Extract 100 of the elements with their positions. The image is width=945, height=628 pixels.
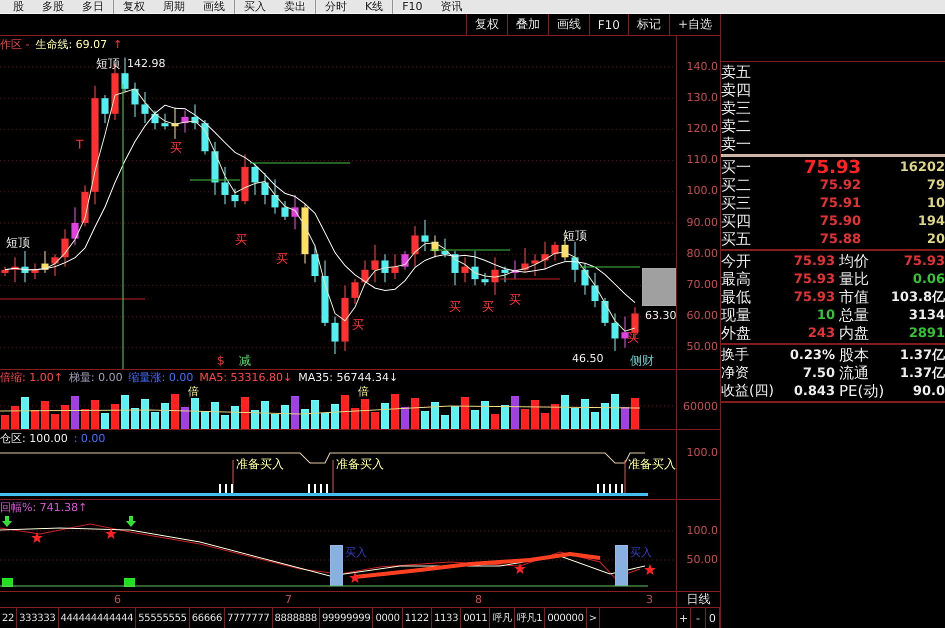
- formula-tab[interactable]: 8888888: [272, 608, 320, 628]
- stat-label: PE(动): [838, 382, 886, 400]
- candlestick: [432, 234, 438, 258]
- volume-bar: [271, 414, 279, 429]
- formula-tab[interactable]: 呼凡: [490, 608, 515, 628]
- volume-bar: [541, 413, 549, 429]
- stat-label: 外盘: [721, 324, 752, 342]
- candlestick: [442, 238, 448, 258]
- chart-annotation: 倍: [358, 385, 369, 398]
- volume-bar: [451, 406, 459, 429]
- formula-tab[interactable]: 呼凡1: [514, 608, 546, 628]
- formula-tab[interactable]: 99999999: [320, 608, 374, 628]
- formula-tab[interactable]: 0011: [461, 608, 490, 628]
- volume-bar: [401, 407, 409, 429]
- menu-item[interactable]: 周期: [154, 0, 194, 14]
- candlestick: [172, 107, 178, 140]
- menu-item[interactable]: 股: [4, 0, 33, 14]
- volume-bar: [181, 407, 189, 429]
- volume-bar: [481, 401, 489, 429]
- formula-tab[interactable]: 0000: [373, 608, 403, 628]
- star-icon: [644, 564, 656, 575]
- support-line: [190, 179, 240, 180]
- volume-bar: [41, 401, 49, 429]
- signal-label: 准备买入: [236, 457, 284, 471]
- volume-bar: [91, 400, 99, 429]
- candlestick: [532, 254, 538, 276]
- volume-bar: [431, 402, 439, 429]
- chart-annotation: 减: [239, 353, 251, 368]
- menu-item[interactable]: K线: [356, 0, 392, 14]
- arrow-icon: ↑: [113, 38, 122, 52]
- menu-item[interactable]: 复权: [114, 0, 154, 14]
- volume-bar: [221, 415, 229, 429]
- volume-bar: [381, 403, 389, 429]
- volume-bar: [551, 404, 559, 429]
- formula-tab[interactable]: 000000: [545, 608, 587, 628]
- formula-tab[interactable]: 444444444444: [58, 608, 136, 628]
- axis-label: 50.00: [686, 340, 719, 354]
- stat-label: 最低: [721, 288, 752, 306]
- volume-bar: [631, 398, 639, 429]
- stat-label: 量比: [838, 270, 870, 288]
- star-icon: [514, 563, 526, 574]
- candlestick: [472, 250, 478, 286]
- indicator-value: 生命线: 69.07: [35, 37, 108, 52]
- signal-label: 准备买入: [336, 457, 384, 471]
- volume-bar: [321, 413, 329, 429]
- candlestick: [552, 241, 558, 261]
- bid-price: 75.93: [803, 156, 861, 178]
- candlestick: [502, 266, 508, 283]
- volume-bar: [261, 401, 269, 429]
- chart-annotation: 短顶: [563, 228, 587, 242]
- chart-annotation: 侧财: [630, 353, 654, 368]
- volume-bar: [1, 415, 9, 429]
- volume-bar: [511, 396, 519, 429]
- bid-volume: 16202: [898, 160, 945, 174]
- buy-signal: 买: [352, 317, 364, 332]
- menu-item[interactable]: 多股: [33, 0, 73, 14]
- axis-label: 60000: [683, 400, 719, 414]
- date-label: 7: [285, 592, 292, 607]
- candlestick: [602, 297, 608, 326]
- formula-tab[interactable]: 55555555: [136, 608, 190, 628]
- menu-item[interactable]: 买入: [235, 0, 275, 14]
- menu-item[interactable]: 多日: [73, 0, 113, 14]
- stat-label: 股本: [838, 346, 870, 364]
- axis-label: 50.00: [686, 553, 719, 567]
- menu-item[interactable]: F10: [393, 0, 432, 14]
- indicator-value: MA35: 56744.34↓: [298, 370, 398, 384]
- volume-bar: [581, 399, 589, 429]
- stat-value: 7.50: [802, 366, 835, 380]
- candlestick: [412, 226, 418, 268]
- formula-tab[interactable]: >: [586, 608, 600, 628]
- candlestick: [32, 263, 38, 280]
- stat-label: 总量: [838, 306, 870, 324]
- date-label: 8: [475, 592, 482, 607]
- formula-tab[interactable]: 7777777: [225, 608, 272, 628]
- formula-tab[interactable]: 333333: [17, 608, 58, 628]
- chart-annotation: 短顶: [6, 235, 30, 250]
- zoom-button[interactable]: +: [677, 608, 692, 628]
- candlestick: [52, 254, 58, 276]
- candlestick: [162, 113, 168, 130]
- signal-bar: [330, 545, 343, 586]
- down-arrow-icon: [126, 516, 136, 527]
- formula-tab[interactable]: 1122: [402, 608, 432, 628]
- stat-label: 净资: [721, 364, 750, 382]
- indicator-value: 梯量: 0.00: [68, 370, 123, 384]
- formula-tab[interactable]: 66666: [190, 608, 226, 628]
- candlestick: [222, 166, 228, 205]
- candlestick: [352, 278, 358, 305]
- candlestick: [372, 244, 378, 283]
- stat-label: 今开: [721, 252, 752, 270]
- volume-bar: [361, 399, 369, 429]
- volume-bar: [171, 394, 179, 429]
- formula-tab[interactable]: 22: [0, 608, 18, 628]
- level-label: 买三: [721, 194, 752, 212]
- menu-item[interactable]: 卖出: [275, 0, 315, 14]
- volume-bar: [231, 406, 239, 429]
- volume-bar: [421, 411, 429, 429]
- menu-item[interactable]: 画线: [194, 0, 234, 14]
- volume-bar: [211, 402, 219, 429]
- menu-item[interactable]: 分时: [316, 0, 356, 14]
- menu-item[interactable]: 资讯: [432, 0, 472, 14]
